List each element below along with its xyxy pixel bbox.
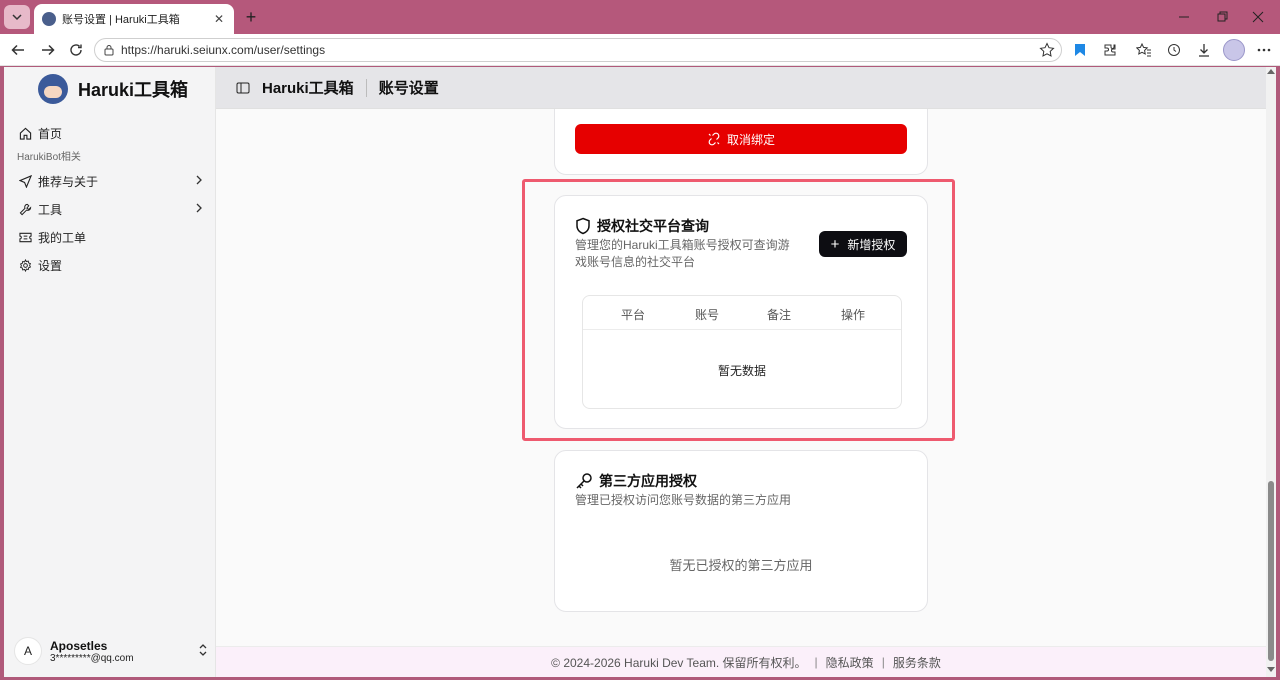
url-text: https://haruki.seiunx.com/user/settings [121, 43, 326, 57]
back-button[interactable] [6, 38, 30, 62]
sidebar-group-label: HarukiBot相关 [17, 152, 81, 163]
address-bar[interactable]: https://haruki.seiunx.com/user/settings [94, 38, 1062, 62]
scroll-up-arrow-icon[interactable] [1267, 69, 1275, 74]
scroll-down-arrow-icon[interactable] [1267, 667, 1275, 672]
arrow-right-icon [42, 44, 55, 56]
arrow-left-icon [11, 44, 24, 56]
browser-tabbar: 账号设置 | Haruki工具箱 ✕ + [0, 0, 1280, 34]
profile-avatar[interactable] [1223, 39, 1245, 61]
sidebar-item-tools[interactable]: 工具 [12, 195, 208, 223]
chevron-right-icon [194, 202, 204, 217]
extension-bookmark-icon[interactable] [1068, 38, 1092, 62]
wrench-icon [18, 202, 32, 216]
more-menu-icon[interactable] [1252, 38, 1276, 62]
terms-link[interactable]: 服务条款 [893, 654, 941, 671]
user-menu[interactable]: A Aposetles 3*********@qq.com [14, 633, 210, 669]
third-party-card: 第三方应用授权 管理已授权访问您账号数据的第三方应用 暂无已授权的第三方应用 [554, 450, 928, 612]
ticket-icon [18, 230, 32, 244]
sidebar-item-label: 工具 [38, 202, 63, 217]
gear-icon [18, 258, 32, 272]
sidebar-item-home[interactable]: 首页 [12, 119, 208, 147]
downloads-icon[interactable] [1192, 38, 1216, 62]
privacy-link[interactable]: 隐私政策 [826, 654, 874, 671]
chevrons-up-down-icon [198, 643, 208, 662]
sidebar-item-label: 推荐与关于 [38, 174, 99, 189]
favorite-star-icon[interactable] [1039, 42, 1055, 61]
footer-divider: | [881, 655, 885, 669]
browser-toolbar: https://haruki.seiunx.com/user/settings [0, 34, 1280, 66]
home-icon [18, 126, 32, 140]
favorites-icon[interactable] [1132, 38, 1156, 62]
tab-title: 账号设置 | Haruki工具箱 [62, 14, 180, 26]
forward-button[interactable] [36, 38, 60, 62]
unlink-icon [708, 132, 720, 146]
third-party-empty-state: 暂无已授权的第三方应用 [669, 558, 813, 573]
sidebar-item-label: 我的工单 [38, 230, 87, 245]
brand[interactable]: Haruki工具箱 [38, 74, 189, 104]
page-title: 账号设置 [378, 80, 439, 97]
unbind-button-label: 取消绑定 [726, 132, 775, 147]
brand-name: Haruki工具箱 [78, 80, 189, 100]
main-content: 取消绑定 授权社交平台查询 管理您的Haruki工具箱账号授权可查询游戏账号信息… [216, 109, 1276, 646]
site-info-icon[interactable] [103, 44, 115, 56]
card-description: 管理已授权访问您账号数据的第三方应用 [575, 493, 792, 507]
sidebar-item-tickets[interactable]: 我的工单 [12, 223, 208, 251]
history-icon[interactable] [1162, 38, 1186, 62]
top-header: Haruki工具箱 账号设置 [216, 67, 1276, 109]
brand-logo [38, 74, 68, 104]
key-icon [576, 473, 592, 489]
extensions-icon[interactable] [1098, 38, 1122, 62]
header-app-name[interactable]: Haruki工具箱 [262, 77, 354, 98]
copyright-text: © 2024-2026 Haruki Dev Team. 保留所有权利。 [551, 655, 807, 670]
tab-close-icon[interactable]: ✕ [212, 12, 226, 26]
browser-tab[interactable]: 账号设置 | Haruki工具箱 ✕ [34, 4, 234, 34]
site-favicon-icon [42, 12, 56, 26]
scrollbar-thumb[interactable] [1268, 481, 1274, 661]
new-tab-button[interactable]: + [240, 6, 262, 28]
chevron-right-icon [194, 174, 204, 189]
tab-actions-button[interactable] [4, 5, 30, 29]
send-icon [18, 174, 32, 188]
sidebar: Haruki工具箱 首页 HarukiBot相关 推荐与关于 工具 我的工单 设… [4, 67, 216, 677]
sidebar-toggle-icon[interactable] [236, 81, 250, 95]
sidebar-item-label: 设置 [38, 258, 63, 273]
user-name: Aposetles [50, 638, 108, 653]
third-party-title-row: 第三方应用授权 [575, 471, 697, 491]
binding-card: 取消绑定 [554, 109, 928, 175]
close-icon[interactable] [1236, 0, 1280, 34]
card-title: 第三方应用授权 [599, 473, 697, 489]
header-divider [365, 78, 367, 97]
user-email: 3*********@qq.com [50, 652, 134, 664]
user-info: Aposetles 3*********@qq.com [50, 639, 134, 664]
sidebar-nav: 首页 HarukiBot相关 推荐与关于 工具 我的工单 设置 [12, 119, 208, 279]
unbind-button[interactable]: 取消绑定 [575, 124, 907, 154]
app-window: Haruki工具箱 首页 HarukiBot相关 推荐与关于 工具 我的工单 设… [4, 67, 1276, 677]
avatar: A [14, 637, 42, 665]
reload-icon [70, 44, 82, 56]
footer-divider: | [814, 655, 818, 669]
chevron-down-icon [12, 14, 22, 21]
highlight-box [522, 179, 955, 441]
sidebar-item-label: 首页 [38, 126, 63, 141]
sidebar-item-settings[interactable]: 设置 [12, 251, 208, 279]
page-scrollbar[interactable] [1266, 67, 1276, 677]
reload-button[interactable] [64, 38, 88, 62]
sidebar-item-recommend[interactable]: 推荐与关于 [12, 167, 208, 195]
footer: © 2024-2026 Haruki Dev Team. 保留所有权利。 | 隐… [216, 646, 1276, 677]
